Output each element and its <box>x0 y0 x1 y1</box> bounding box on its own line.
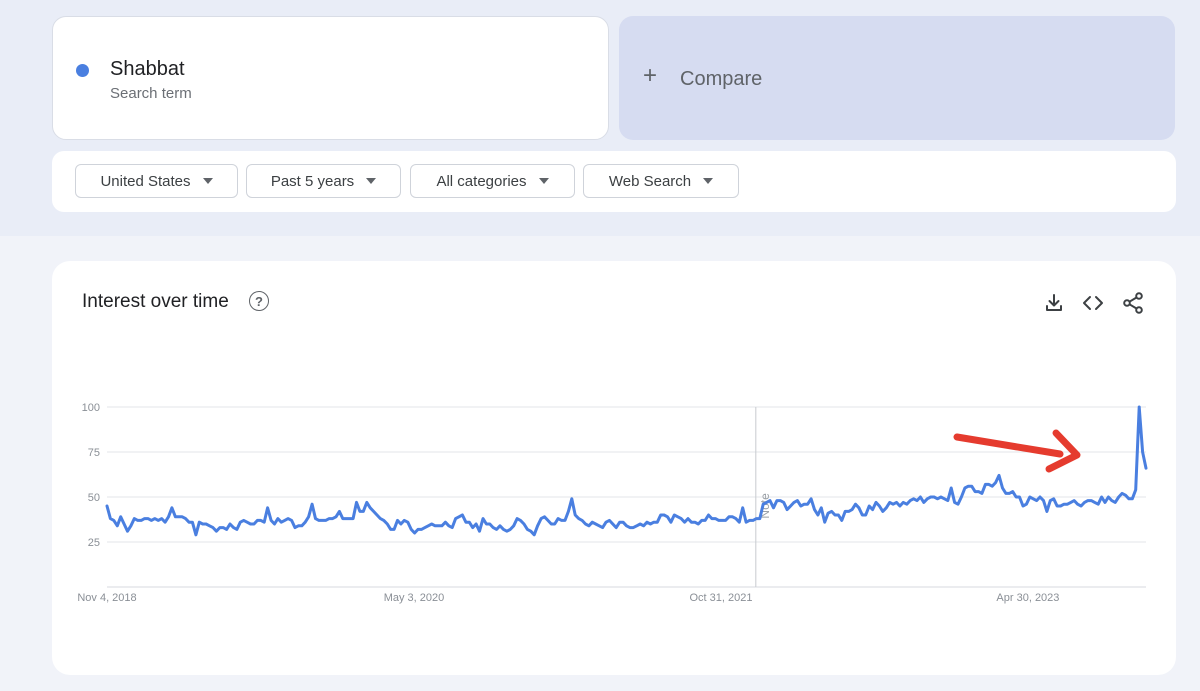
caret-down-icon <box>202 178 213 184</box>
caret-down-icon <box>538 178 549 184</box>
y-tick-label: 50 <box>88 492 100 504</box>
interest-line-chart: 25 50 75 100 Nov 4, 2018 May 3, 2020 Oct 31, … <box>77 402 1148 604</box>
caret-down-icon <box>703 178 714 184</box>
search-term-card[interactable]: Shabbat Search term <box>52 16 609 140</box>
x-tick-label: Oct 31, 2021 <box>689 592 752 604</box>
interest-over-time-card: Interest over time ? 25 50 75 100 Nov 4, 20… <box>52 261 1176 675</box>
compare-button[interactable]: + Compare <box>619 16 1175 140</box>
category-dropdown[interactable]: All categories <box>410 164 575 198</box>
time-range-dropdown-label: Past 5 years <box>270 172 355 190</box>
x-tick-label: Apr 30, 2023 <box>996 592 1059 604</box>
y-tick-label: 100 <box>82 402 100 414</box>
series-line-shabbat <box>105 405 1148 537</box>
filter-bar: United States Past 5 years All categorie… <box>52 151 1176 212</box>
red-arrow-icon <box>953 429 1081 473</box>
region-dropdown-label: United States <box>100 172 191 190</box>
caret-down-icon <box>366 178 377 184</box>
time-range-dropdown[interactable]: Past 5 years <box>246 164 401 198</box>
x-tick-label: May 3, 2020 <box>384 592 445 604</box>
region-dropdown[interactable]: United States <box>75 164 238 198</box>
y-tick-label: 75 <box>88 447 100 459</box>
x-tick-label: Nov 4, 2018 <box>77 592 136 604</box>
plus-icon: + <box>643 62 658 89</box>
search-term-label: Search term <box>110 85 192 102</box>
compare-label: Compare <box>680 68 763 90</box>
term-color-dot <box>76 64 89 77</box>
search-type-dropdown[interactable]: Web Search <box>583 164 739 198</box>
search-term-name[interactable]: Shabbat <box>110 58 185 81</box>
search-type-dropdown-label: Web Search <box>608 172 692 190</box>
category-dropdown-label: All categories <box>436 172 527 190</box>
y-tick-label: 25 <box>88 537 100 549</box>
